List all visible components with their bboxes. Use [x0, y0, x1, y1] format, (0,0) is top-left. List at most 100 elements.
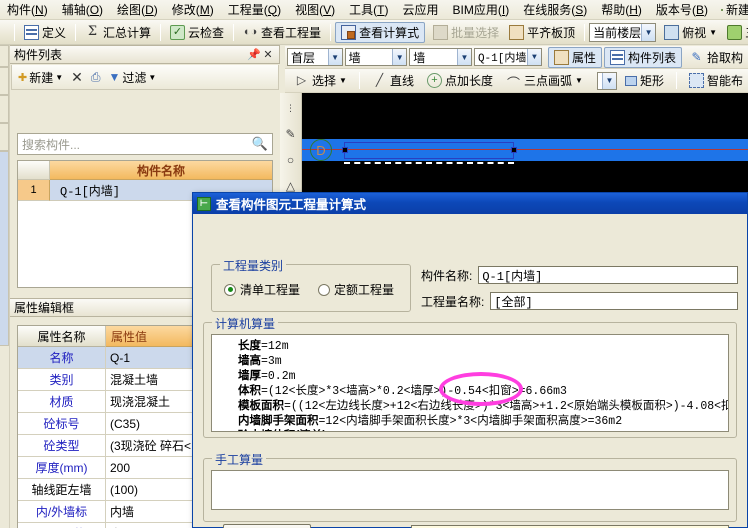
property-button[interactable]: 属性 — [547, 46, 602, 68]
component-list-button[interactable]: 构件列表 — [603, 46, 682, 68]
search-placeholder: 搜索构件... — [22, 137, 81, 152]
search-icon[interactable]: 🔍 — [252, 136, 268, 152]
toolbar-view-formula-button[interactable]: 查看计算式 — [335, 21, 426, 43]
navigation-toolbar: 首层 ▼ 墙 ▼ 墙 ▼ Q-1[内墙] ▼ 属性 构件列表 ✎ 拾取构 — [285, 46, 748, 69]
draw-option-combo[interactable]: ▼ — [596, 71, 617, 90]
attribute-name: 砼类型 — [18, 435, 106, 457]
table-row[interactable]: 轴线距左墙 (100) — [18, 479, 212, 501]
menu-item-modify[interactable]: 修改(M) — [165, 0, 221, 20]
radio-fixed-quantity[interactable]: 定额工程量 — [318, 281, 394, 298]
floor-combo-value: 首层 — [291, 50, 316, 65]
edge-tab-close[interactable] — [0, 45, 9, 67]
menu-item-help[interactable]: 帮助(H) — [594, 0, 649, 20]
edge-tab-2[interactable] — [0, 95, 9, 123]
chevron-down-icon[interactable]: ▼ — [601, 72, 616, 89]
toolbar-button-label: 云检查 — [188, 25, 225, 40]
menu-item-version[interactable]: 版本号(B) — [649, 0, 715, 20]
toolbar-separator — [330, 23, 332, 41]
menu-item-tools[interactable]: 工具(T) — [342, 0, 395, 20]
toolbar-batch-select-button[interactable]: 批量选择 — [428, 22, 504, 43]
menu-item-draw[interactable]: 绘图(D) — [110, 0, 165, 20]
delete-component-button[interactable]: ✕ — [71, 69, 83, 86]
chevron-down-icon[interactable]: ▼ — [55, 73, 63, 82]
table-row[interactable]: 名称 Q-1 — [18, 347, 212, 369]
chevron-down-icon[interactable]: ▼ — [327, 49, 342, 65]
chevron-down-icon[interactable]: ▼ — [339, 76, 347, 85]
formula-line: 砼本墙体积(清单)=6.66m3 — [238, 429, 728, 431]
attribute-grid-header: 属性名称 属性值 — [18, 326, 212, 347]
floor-combo[interactable]: 首层 ▼ — [287, 48, 343, 66]
menu-item-view[interactable]: 视图(V) — [288, 0, 342, 20]
selected-wall-element[interactable] — [344, 142, 514, 159]
chevron-down-icon[interactable]: ▼ — [641, 23, 656, 41]
table-row[interactable]: 砼类型 (3现浇砼 碎石< — [18, 435, 212, 457]
table-row[interactable]: 砼标号 (C35) — [18, 413, 212, 435]
three-point-arc-button[interactable]: ⌒ 三点画弧 ▼ — [501, 70, 588, 91]
radio-indicator — [318, 283, 331, 296]
chevron-down-icon[interactable]: ▼ — [456, 49, 471, 65]
table-row[interactable]: 内/外墙标 内墙 — [18, 501, 212, 523]
table-row[interactable]: 厚度(mm) 200 — [18, 457, 212, 479]
formula-name: 墙高 — [238, 355, 261, 367]
formula-display-box[interactable]: 长度=12m 墙高=3m 墙厚=0.2m 体积=(12<长度>*3<墙高>*0.… — [211, 334, 729, 432]
line-tool-button[interactable]: ╱ 直线 — [367, 70, 419, 91]
brush-icon[interactable]: ✎ — [282, 123, 300, 145]
drawing-canvas[interactable]: D — [302, 93, 748, 196]
toolbar-view-mode-button[interactable]: 俯视 ▼ — [659, 22, 722, 43]
reinput-button[interactable]: 重新输入(R) — [223, 524, 311, 528]
copy-component-button[interactable]: ⎙ — [91, 70, 101, 85]
menu-item-component[interactable]: 构件(N) — [0, 0, 55, 20]
subcategory-combo[interactable]: 墙 ▼ — [409, 48, 472, 66]
new-project-label: 新建变 — [725, 2, 748, 17]
edge-tab-1[interactable] — [0, 67, 9, 95]
formula-expr: =(12<长度>*3<墙高>*0.2<墙厚>)-0.54<扣窗>=6.66m3 — [261, 385, 567, 398]
manual-calc-input[interactable] — [211, 470, 729, 510]
chevron-down-icon[interactable]: ▼ — [526, 49, 541, 65]
new-component-button[interactable]: ✚ 新建 ▼ — [18, 69, 63, 86]
menu-item-online-service[interactable]: 在线服务(S) — [516, 0, 594, 20]
wall-endpoint-handle[interactable] — [511, 147, 517, 153]
pin-icon[interactable]: 📌 — [247, 48, 261, 61]
radio-bill-quantity[interactable]: 清单工程量 — [224, 281, 300, 298]
toolbar-view-quantity-button[interactable]: ◐◑ 查看工程量 — [238, 22, 326, 43]
table-row[interactable]: 图元形状 直形 — [18, 523, 212, 528]
toolbar-define-button[interactable]: 定义 — [19, 22, 71, 43]
component-name-input[interactable]: Q-1[内墙] — [478, 266, 739, 284]
formula-line: 墙厚=0.2m — [238, 369, 728, 384]
chevron-down-icon[interactable]: ▼ — [575, 76, 583, 85]
formula-expr: =12<内墙脚手架面积长度>*3<内墙脚手架面积高度>=36m2 — [318, 415, 623, 428]
toolbar-cloud-check-button[interactable]: ✓ 云检查 — [165, 22, 229, 43]
floor-selector-combo[interactable]: 当前楼层 ▼ — [589, 22, 657, 42]
menu-item-cloud-app[interactable]: 云应用 — [396, 0, 446, 20]
dotted-handle-icon[interactable]: ⋮ — [282, 97, 300, 119]
category-combo[interactable]: 墙 ▼ — [344, 48, 408, 66]
toolbar-summary-calc-button[interactable]: Σ 汇总计算 — [80, 22, 156, 43]
wall-endpoint-handle[interactable] — [342, 147, 348, 153]
circle-tool-icon[interactable]: ○ — [282, 149, 300, 171]
menu-label: 工具 — [349, 2, 374, 17]
search-input[interactable]: 搜索构件... 🔍 — [17, 133, 273, 155]
new-project-button[interactable]: 新建变 — [715, 0, 748, 20]
toolbar-flat-slab-top-button[interactable]: 平齐板顶 — [504, 22, 580, 43]
close-icon[interactable]: ✕ — [261, 48, 275, 61]
table-row[interactable]: 类别 混凝土墙 — [18, 369, 212, 391]
menu-item-auxiliary-axis[interactable]: 辅轴(O) — [55, 0, 110, 20]
chevron-down-icon[interactable]: ▼ — [392, 49, 407, 65]
rectangle-tool-button[interactable]: 矩形 — [620, 70, 669, 91]
filter-button[interactable]: ▼ 过滤 ▼ — [109, 69, 157, 86]
menu-label: 辅轴 — [61, 2, 86, 17]
chevron-down-icon[interactable]: ▼ — [709, 28, 717, 37]
edge-tab-active[interactable] — [0, 151, 9, 346]
select-tool-button[interactable]: ▷ 选择 ▼ — [289, 70, 352, 91]
smart-layout-button[interactable]: 智能布 — [684, 70, 748, 91]
menu-item-bim-app[interactable]: BIM应用(I) — [446, 0, 517, 20]
menu-item-quantity[interactable]: 工程量(Q) — [221, 0, 288, 20]
toolbar-3d-button[interactable]: 三维 — [722, 22, 748, 43]
point-add-length-button[interactable]: + 点加长度 — [422, 70, 498, 91]
table-row[interactable]: 材质 现浇混凝土 — [18, 391, 212, 413]
edge-tab-3[interactable] — [0, 123, 9, 151]
component-combo[interactable]: Q-1[内墙] ▼ — [473, 48, 542, 66]
pick-component-button[interactable]: ✎ 拾取构 — [684, 47, 748, 68]
quantity-name-input[interactable]: [全部] — [490, 292, 739, 310]
chevron-down-icon[interactable]: ▼ — [148, 73, 156, 82]
